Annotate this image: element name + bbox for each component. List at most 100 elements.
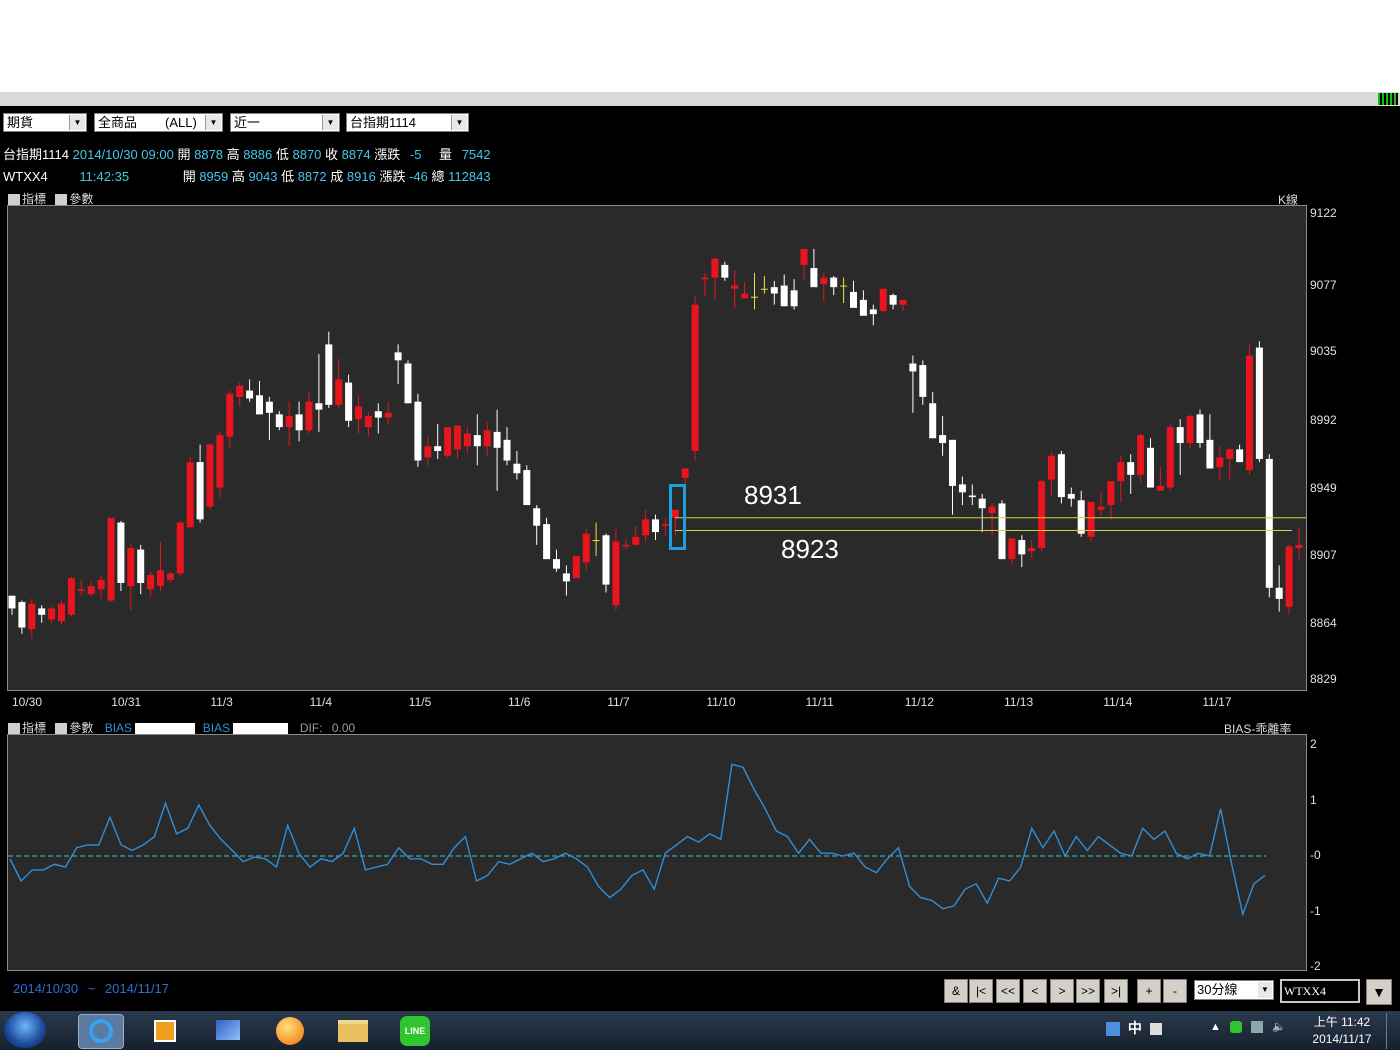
candle-body: [97, 579, 105, 590]
chevron-up-icon[interactable]: ▲: [1210, 1021, 1221, 1033]
candle-body: [543, 524, 551, 560]
candle-body: [830, 277, 838, 288]
change-label: 漲跌: [379, 169, 406, 184]
chevron-down-icon: ▼: [205, 115, 221, 130]
candle-body: [652, 519, 659, 533]
candle-body: [1127, 462, 1135, 475]
x-tick-label: 11/3: [210, 695, 233, 709]
product-filter-value: (ALL): [165, 115, 197, 130]
candle-body: [1028, 547, 1036, 552]
bias-y-tick-label: 1: [1310, 792, 1317, 807]
x-tick-label: 11/13: [1004, 695, 1034, 709]
candle-body: [295, 414, 303, 431]
y-tick-label: 8864: [1310, 616, 1337, 631]
interval-select[interactable]: 30分線 ▼: [1194, 980, 1274, 1000]
nav-button[interactable]: +: [1137, 979, 1161, 1003]
product-select[interactable]: 全商品 (ALL) ▼: [94, 113, 223, 132]
nav-button[interactable]: |<: [969, 979, 993, 1003]
candle-body: [780, 285, 788, 307]
param-label: 參數: [69, 192, 94, 206]
y-tick-label: 9035: [1310, 344, 1337, 359]
candle-body: [325, 344, 333, 405]
nav-button[interactable]: -: [1163, 979, 1187, 1003]
candle-body: [1048, 455, 1055, 480]
nav-button[interactable]: <<: [996, 979, 1020, 1003]
candle-body: [117, 522, 125, 583]
keyboard-icon[interactable]: [1149, 1023, 1162, 1036]
candle-body: [731, 285, 739, 289]
candle-body: [1038, 481, 1046, 548]
candle-body: [256, 395, 263, 415]
start-button[interactable]: [4, 1012, 46, 1048]
nav-button[interactable]: <: [1023, 979, 1047, 1003]
chart-app-icon[interactable]: [206, 1014, 250, 1047]
period-select[interactable]: 近一 ▼: [230, 113, 340, 132]
market-select-value: 期貨: [7, 115, 34, 130]
sub-param-button[interactable]: 參數: [55, 721, 93, 735]
param-label: 參數: [69, 721, 94, 735]
nav-button[interactable]: &: [944, 979, 968, 1003]
candle-body: [38, 608, 46, 615]
candle-body: [562, 573, 570, 582]
folder-icon[interactable]: [330, 1014, 374, 1047]
market-select[interactable]: 期貨 ▼: [3, 113, 87, 132]
candle-body: [592, 540, 600, 542]
bias-panel[interactable]: [7, 734, 1307, 971]
candle-body: [988, 506, 996, 514]
x-tick-label: 11/10: [706, 695, 736, 709]
chevron-down-icon: ▼: [1258, 982, 1272, 998]
volume-icon[interactable]: 🔈: [1272, 1021, 1286, 1033]
browser-icon[interactable]: [268, 1014, 312, 1047]
annotation-8923: 8923: [781, 534, 839, 564]
range-start: 2014/10/30: [13, 981, 79, 996]
symbol-input[interactable]: WTXX4: [1280, 979, 1360, 1003]
ie-logo: [89, 1019, 113, 1043]
candle-body: [899, 299, 907, 305]
show-desktop-button[interactable]: [1386, 1013, 1399, 1049]
candle-body: [533, 508, 541, 526]
bias2-label: BIAS: [202, 721, 231, 735]
candle-body: [18, 602, 26, 628]
candle-body: [1087, 501, 1095, 537]
candle-body: [572, 555, 580, 579]
y-tick-label: 9077: [1310, 277, 1337, 292]
candle-body: [1275, 587, 1283, 599]
symbol-select[interactable]: 台指期1114 ▼: [346, 113, 469, 132]
candle-body: [810, 268, 818, 288]
candle-body: [909, 363, 917, 372]
close-value: 8916: [346, 169, 376, 184]
candle-body: [523, 470, 531, 506]
candle-body: [157, 570, 164, 587]
candle-body: [28, 603, 36, 630]
nav-button[interactable]: >|: [1104, 979, 1128, 1003]
network-icon[interactable]: [1251, 1021, 1264, 1034]
candle-body: [77, 589, 85, 591]
y-tick-label: 8949: [1310, 481, 1337, 496]
candle-body: [998, 503, 1006, 560]
candlestick-panel[interactable]: 8931 8923: [7, 205, 1307, 691]
candle-body: [1166, 427, 1174, 488]
candle-body: [919, 365, 927, 397]
candle-body: [1226, 449, 1234, 459]
line-logo: LINE: [400, 1016, 430, 1046]
volume-label: 總: [431, 169, 445, 184]
nav-button[interactable]: >: [1050, 979, 1074, 1003]
nav-button[interactable]: >>: [1076, 979, 1100, 1003]
candle-body: [265, 401, 273, 413]
low-value: 8872: [297, 169, 327, 184]
dropdown-button[interactable]: ▼: [1366, 979, 1392, 1005]
indicator-button[interactable]: 指標: [8, 192, 46, 206]
media-player-icon[interactable]: [142, 1014, 186, 1047]
sub-indicator-button[interactable]: 指標: [8, 721, 46, 735]
candle-body: [226, 393, 234, 437]
candle-body: [642, 519, 650, 536]
line-tray-icon[interactable]: [1229, 1021, 1242, 1034]
internet-explorer-icon[interactable]: [78, 1014, 124, 1049]
line-app-icon[interactable]: LINE: [392, 1014, 436, 1047]
clock[interactable]: 上午 11:42 2014/11/17: [1310, 1014, 1374, 1048]
ime-indicator[interactable]: 中: [1128, 1020, 1142, 1036]
param-button[interactable]: 參數: [55, 192, 93, 206]
ime-icon[interactable]: [1106, 1022, 1120, 1037]
high-value: 8886: [243, 147, 273, 162]
low-label: 低: [275, 147, 289, 162]
